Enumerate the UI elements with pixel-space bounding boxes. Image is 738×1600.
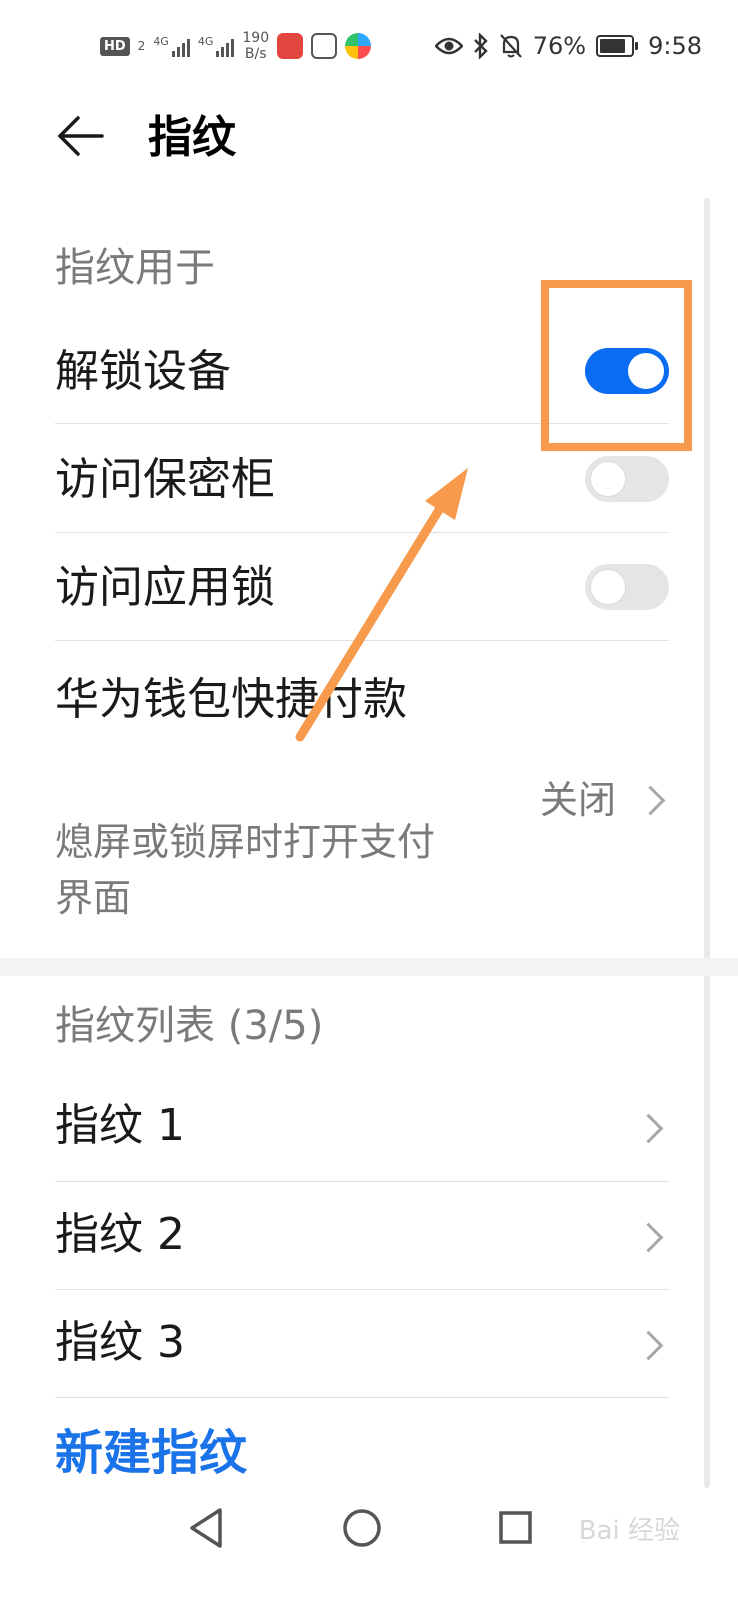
annotation-arrow-icon bbox=[295, 468, 468, 742]
